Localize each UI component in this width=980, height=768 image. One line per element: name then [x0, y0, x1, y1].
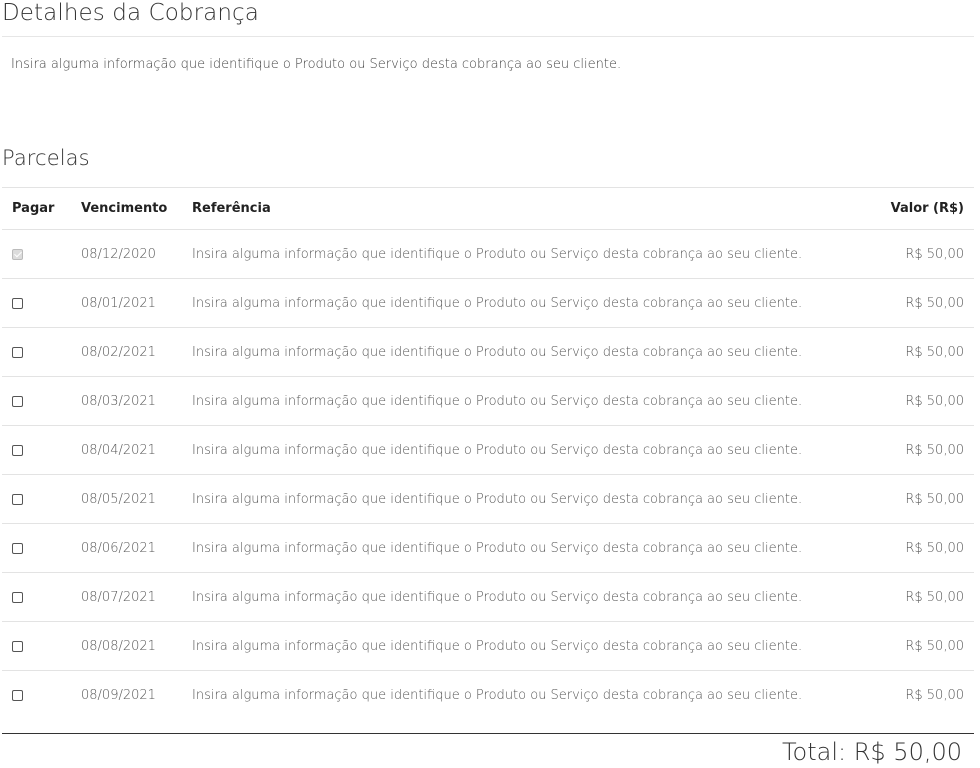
pagar-cell [12, 377, 72, 425]
installment-value: R$ 50,00 [905, 442, 964, 458]
table-row: 08/07/2021 Insira alguma informação que i… [2, 572, 974, 621]
table-body: 08/12/2020 Insira alguma informação que i… [2, 229, 974, 719]
reference-text: Insira alguma informação que identifique… [192, 589, 803, 605]
pay-checkbox [12, 248, 23, 260]
pagar-cell [12, 573, 72, 621]
reference-text: Insira alguma informação que identifique… [192, 540, 803, 556]
due-date: 08/12/2020 [81, 246, 156, 262]
details-title: Detalhes da Cobrança [2, 0, 259, 26]
header-valor: Valor (R$) [890, 201, 964, 216]
due-date: 08/09/2021 [81, 687, 156, 703]
table-row: 08/08/2021 Insira alguma informação que i… [2, 621, 974, 670]
pay-checkbox[interactable] [12, 444, 23, 456]
reference-text: Insira alguma informação que identifique… [192, 442, 803, 458]
pagar-cell [12, 230, 72, 278]
table-header-row: Pagar Vencimento Referência Valor (R$) [2, 187, 974, 229]
installment-value: R$ 50,00 [905, 638, 964, 654]
reference-text: Insira alguma informação que identifique… [192, 295, 803, 311]
pay-checkbox[interactable] [12, 297, 23, 309]
pay-checkbox[interactable] [12, 395, 23, 407]
due-date: 08/04/2021 [81, 442, 156, 458]
table-row: 08/12/2020 Insira alguma informação que i… [2, 229, 974, 278]
pagar-cell [12, 426, 72, 474]
installment-value: R$ 50,00 [905, 687, 964, 703]
table-row: 08/06/2021 Insira alguma informação que i… [2, 523, 974, 572]
total-divider [2, 733, 974, 734]
installment-value: R$ 50,00 [905, 393, 964, 409]
due-date: 08/07/2021 [81, 589, 156, 605]
pagar-cell [12, 328, 72, 376]
charge-details-page: Detalhes da Cobrança Insira alguma infor… [0, 0, 980, 768]
installment-value: R$ 50,00 [905, 295, 964, 311]
pagar-cell [12, 622, 72, 670]
due-date: 08/02/2021 [81, 344, 156, 360]
pagar-cell [12, 475, 72, 523]
pay-checkbox[interactable] [12, 640, 23, 652]
due-date: 08/05/2021 [81, 491, 156, 507]
details-description: Insira alguma informação que identifique… [11, 57, 622, 72]
pagar-cell [12, 671, 72, 719]
header-vencimento: Vencimento [81, 201, 168, 216]
table-row: 08/09/2021 Insira alguma informação que i… [2, 670, 974, 719]
installment-value: R$ 50,00 [905, 246, 964, 262]
table-row: 08/05/2021 Insira alguma informação que i… [2, 474, 974, 523]
pagar-cell [12, 524, 72, 572]
pagar-cell [12, 279, 72, 327]
pay-checkbox[interactable] [12, 542, 23, 554]
due-date: 08/01/2021 [81, 295, 156, 311]
reference-text: Insira alguma informação que identifique… [192, 491, 803, 507]
header-referencia: Referência [192, 201, 271, 216]
table-row: 08/04/2021 Insira alguma informação que i… [2, 425, 974, 474]
installments-title: Parcelas [2, 146, 90, 170]
installment-value: R$ 50,00 [905, 491, 964, 507]
reference-text: Insira alguma informação que identifique… [192, 638, 803, 654]
reference-text: Insira alguma informação que identifique… [192, 246, 803, 262]
due-date: 08/03/2021 [81, 393, 156, 409]
pay-checkbox[interactable] [12, 689, 23, 701]
installment-value: R$ 50,00 [905, 540, 964, 556]
reference-text: Insira alguma informação que identifique… [192, 344, 803, 360]
reference-text: Insira alguma informação que identifique… [192, 393, 803, 409]
installment-value: R$ 50,00 [905, 344, 964, 360]
due-date: 08/08/2021 [81, 638, 156, 654]
details-divider [2, 36, 974, 37]
pay-checkbox[interactable] [12, 346, 23, 358]
installment-value: R$ 50,00 [905, 589, 964, 605]
reference-text: Insira alguma informação que identifique… [192, 687, 803, 703]
pay-checkbox[interactable] [12, 591, 23, 603]
pay-checkbox[interactable] [12, 493, 23, 505]
due-date: 08/06/2021 [81, 540, 156, 556]
table-row: 08/01/2021 Insira alguma informação que i… [2, 278, 974, 327]
table-row: 08/03/2021 Insira alguma informação que i… [2, 376, 974, 425]
header-pagar: Pagar [12, 201, 55, 216]
total-amount: Total: R$ 50,00 [781, 738, 962, 766]
table-row: 08/02/2021 Insira alguma informação que i… [2, 327, 974, 376]
installments-table: Pagar Vencimento Referência Valor (R$) 0… [2, 187, 974, 719]
